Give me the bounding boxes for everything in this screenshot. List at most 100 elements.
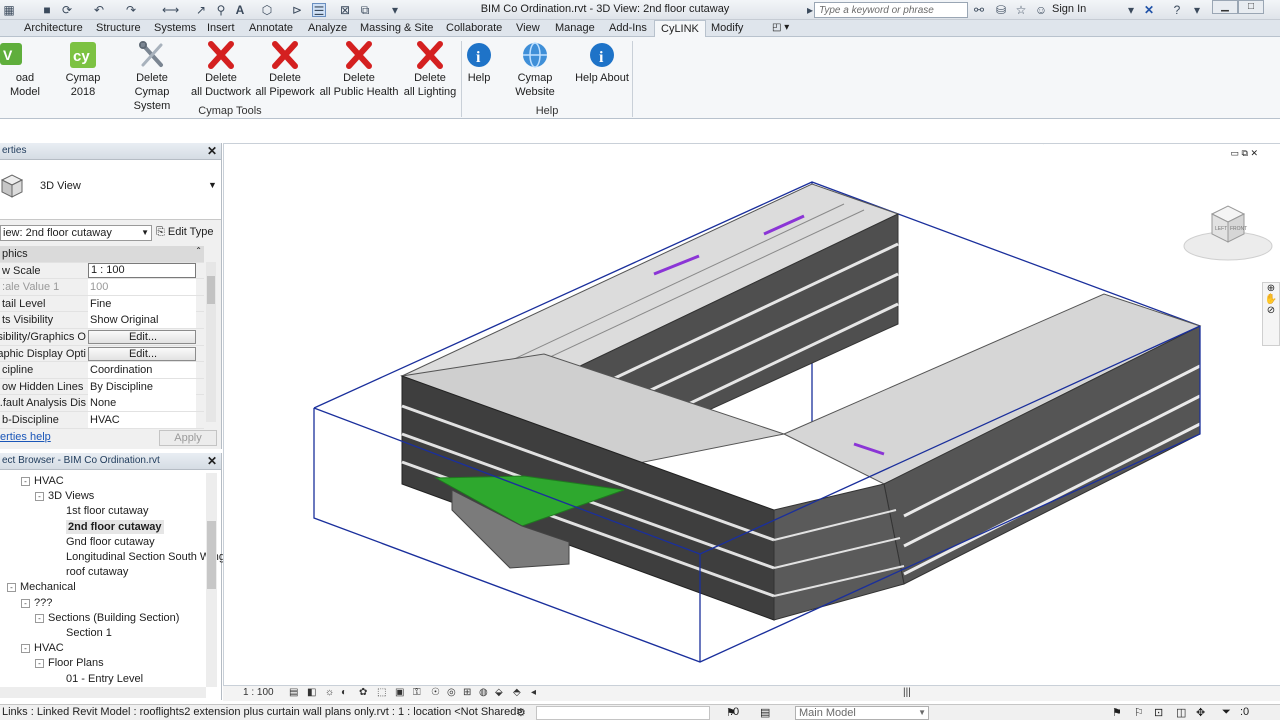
select-pinned-icon[interactable]: ⊡: [1154, 706, 1163, 719]
tab-systems[interactable]: Systems: [154, 22, 196, 34]
tree-item[interactable]: 01 - Entry Level: [66, 672, 143, 686]
load-model-button[interactable]: V oad Model: [0, 41, 50, 99]
lock-view-icon[interactable]: ⚿: [413, 687, 421, 698]
type-selector[interactable]: 3D View ▼: [0, 160, 221, 220]
sync-icon[interactable]: ⟳: [60, 3, 74, 17]
property-row[interactable]: aphic Display Opti...Edit...: [0, 346, 204, 363]
help-dropdown-icon[interactable]: ▾: [1190, 3, 1204, 17]
tab-cylink[interactable]: CyLINK: [654, 20, 706, 38]
help-button[interactable]: i Help: [464, 41, 494, 85]
3d-model-view[interactable]: [224, 144, 1280, 686]
tab-massing-site[interactable]: Massing & Site: [360, 22, 433, 34]
select-underlay-icon[interactable]: ⚐: [1134, 706, 1144, 719]
tree-item[interactable]: 2nd floor cutaway: [66, 519, 164, 534]
close-icon[interactable]: ✕: [207, 143, 217, 159]
view-scale[interactable]: 1 : 100: [243, 687, 274, 698]
collapse-icon[interactable]: ⌃: [195, 246, 202, 255]
property-row[interactable]: w Scale 1 : 100: [0, 262, 204, 280]
exchange-apps-icon[interactable]: ✕: [1142, 3, 1156, 17]
tab-architecture[interactable]: Architecture: [24, 22, 83, 34]
detail-level-icon[interactable]: ▤: [289, 687, 298, 698]
property-row[interactable]: cipline Coordination: [0, 362, 204, 379]
edit-button[interactable]: Edit...: [88, 329, 196, 344]
sign-in-button[interactable]: Sign In: [1052, 3, 1086, 15]
temp-view-props-icon[interactable]: ⊞: [463, 687, 471, 698]
measure-icon[interactable]: ⟷: [162, 3, 179, 17]
tree-expander-icon[interactable]: -: [21, 644, 30, 654]
drag-elements-icon[interactable]: ✥: [1196, 706, 1205, 719]
drawing-area[interactable]: ▭ ⧉ ✕ LEFT FRONT ⊕ ✋ ⊘: [223, 143, 1280, 685]
help-icon[interactable]: ?: [1170, 3, 1184, 17]
tab-structure[interactable]: Structure: [96, 22, 141, 34]
tree-item[interactable]: roof cutaway: [66, 565, 128, 579]
chevron-down-icon[interactable]: ▼: [208, 180, 217, 190]
tree-expander-icon[interactable]: -: [21, 598, 30, 608]
tree-expander-icon[interactable]: -: [35, 613, 44, 623]
ribbon-minimize-icon[interactable]: ◰ ▾: [772, 22, 789, 33]
thin-lines-icon[interactable]: ☰: [312, 3, 326, 18]
tree-item[interactable]: Mechanical: [20, 580, 76, 594]
dimension-icon[interactable]: ↗: [194, 3, 208, 17]
tab-manage[interactable]: Manage: [555, 22, 595, 34]
property-row[interactable]: ale Value 1: 100: [0, 279, 204, 296]
property-value[interactable]: Show Original: [88, 312, 196, 329]
property-row[interactable]: ts Visibility Show Original: [0, 312, 204, 329]
cymap-website-button[interactable]: Cymap Website: [497, 41, 573, 99]
apply-button[interactable]: Apply: [159, 430, 217, 446]
scroll-thumb[interactable]: [207, 521, 216, 589]
visual-style-icon[interactable]: ◧: [307, 687, 316, 698]
select-by-face-icon[interactable]: ◫: [1176, 706, 1186, 719]
property-value[interactable]: HVAC: [88, 411, 196, 428]
delete-pipework-button[interactable]: Delete all Pipework: [254, 41, 316, 99]
user-icon[interactable]: ☺: [1034, 3, 1048, 17]
search-input[interactable]: Type a keyword or phrase: [814, 2, 968, 18]
3d-view-icon[interactable]: ⬡: [260, 3, 274, 17]
tab-modify[interactable]: Modify: [711, 22, 743, 34]
text-icon[interactable]: A: [233, 3, 247, 17]
property-value[interactable]: By Discipline: [88, 378, 196, 395]
tree-expander-icon[interactable]: -: [35, 659, 44, 669]
highlight-displacement-icon[interactable]: ⬙: [495, 687, 503, 698]
property-row[interactable]: tail Level Fine: [0, 295, 204, 313]
property-value[interactable]: None: [88, 395, 196, 412]
navigation-bar[interactable]: ⊕ ✋ ⊘: [1262, 282, 1280, 346]
help-about-button[interactable]: i Help About: [575, 41, 629, 85]
view-instance-selector[interactable]: iew: 2nd floor cutaway ▼: [0, 225, 152, 241]
design-option-dropdown[interactable]: Main Model ▼: [795, 706, 929, 720]
tree-item[interactable]: Longitudinal Section South Wing: [66, 550, 225, 564]
tree-expander-icon[interactable]: -: [7, 583, 16, 593]
scroll-handle-icon[interactable]: |||: [903, 687, 911, 698]
delete-lighting-button[interactable]: Delete all Lighting: [402, 41, 458, 99]
cymap-2018-button[interactable]: cy Cymap 2018: [52, 41, 114, 99]
redo-icon[interactable]: ↷: [124, 3, 138, 17]
tag-icon[interactable]: ⚲: [214, 3, 228, 17]
scroll-left-icon[interactable]: ◂: [531, 687, 536, 698]
tree-item[interactable]: 1st floor cutaway: [66, 504, 149, 518]
maximize-button[interactable]: □: [1238, 0, 1264, 14]
crop-view-icon[interactable]: ⬚: [377, 687, 386, 698]
filter-icon[interactable]: ⏷: [1222, 706, 1231, 719]
sun-path-icon[interactable]: ☼: [325, 687, 334, 698]
tab-analyze[interactable]: Analyze: [308, 22, 347, 34]
temp-hide-icon[interactable]: ☉: [431, 687, 440, 698]
tree-expander-icon[interactable]: -: [21, 477, 30, 486]
property-row[interactable]: b-Discipline HVAC: [0, 411, 204, 429]
shadows-icon[interactable]: ◐: [341, 687, 347, 698]
undo-icon[interactable]: ↶: [92, 3, 106, 17]
tree-item[interactable]: Sections (Building Section): [48, 611, 179, 625]
property-row[interactable]: ow Hidden Lines By Discipline: [0, 378, 204, 396]
open-icon[interactable]: ▦: [2, 3, 16, 17]
subscription-icon[interactable]: ⛁: [994, 3, 1008, 17]
properties-help-link[interactable]: erties help: [0, 431, 51, 443]
delete-public-health-button[interactable]: Delete all Public Health: [318, 41, 400, 99]
tree-item[interactable]: Section 1: [66, 626, 112, 640]
property-group-header[interactable]: phics ⌃: [0, 246, 204, 263]
tab-insert[interactable]: Insert: [207, 22, 235, 34]
switch-windows-icon[interactable]: ⧉: [358, 3, 372, 17]
tab-annotate[interactable]: Annotate: [249, 22, 293, 34]
tree-item[interactable]: HVAC: [34, 474, 64, 488]
scroll-thumb[interactable]: [207, 276, 215, 304]
delete-cymap-system-button[interactable]: Delete Cymap System: [116, 41, 188, 113]
property-row[interactable]: sibility/Graphics O...Edit...: [0, 329, 204, 346]
tree-item[interactable]: Floor Plans: [48, 656, 104, 670]
